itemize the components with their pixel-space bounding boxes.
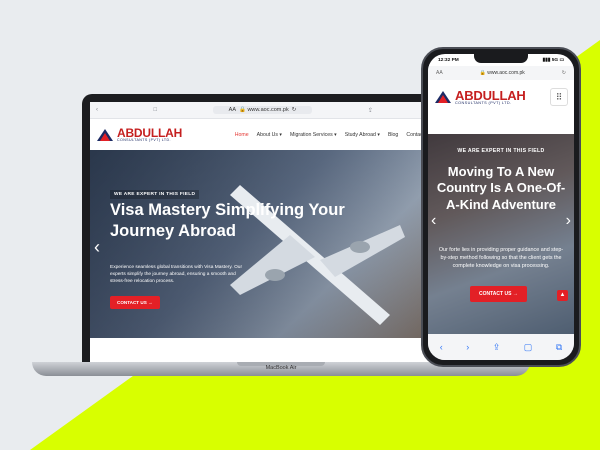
hero-title: Visa Mastery Simplifying Your Journey Ab… xyxy=(110,201,345,241)
contact-us-button[interactable]: CONTACT US → xyxy=(110,296,160,309)
hero-prev-arrow[interactable]: ‹ xyxy=(94,238,100,256)
phone-device: 12:32 PM ▮▮▮ 5G ▭ AA 🔒 www.aoc.com.pk ↻ … xyxy=(421,47,581,367)
hero-banner: ‹ › WE ARE EXPERT IN THIS FIELD Visa Mas… xyxy=(90,150,438,338)
scroll-top-icon[interactable]: ▲ xyxy=(557,290,568,301)
phone-tabs-icon[interactable]: ⧉ xyxy=(556,342,562,353)
phone-share-icon[interactable]: ⇪ xyxy=(493,342,501,353)
phone-logo-name: ABDULLAH xyxy=(455,87,526,103)
phone-logo[interactable]: ABDULLAH CONSULTANTS (PVT) LTD. xyxy=(434,89,526,106)
share-icon[interactable]: ⇪ xyxy=(368,107,373,114)
airplane-image xyxy=(230,185,405,325)
phone-screen: 12:32 PM ▮▮▮ 5G ▭ AA 🔒 www.aoc.com.pk ↻ … xyxy=(428,54,574,360)
book-icon[interactable]: □ xyxy=(154,107,158,113)
phone-hero-description: Our forte lies in providing proper guida… xyxy=(438,247,564,270)
phone-logo-tagline: CONSULTANTS (PVT) LTD. xyxy=(455,100,512,105)
nav-about-us[interactable]: About Us ▾ xyxy=(257,132,282,138)
phone-address-bar[interactable]: AA 🔒 www.aoc.com.pk ↻ xyxy=(428,66,574,80)
nav-home[interactable]: Home xyxy=(235,132,249,138)
logo[interactable]: ABDULLAH CONSULTANTS (PVT) LTD. xyxy=(96,127,182,143)
laptop-url-text: www.aoc.com.pk xyxy=(247,107,289,113)
reload-icon[interactable]: ↻ xyxy=(562,70,566,76)
phone-text-size-button[interactable]: AA xyxy=(436,70,443,76)
hero-description: Experience seamless global transitions w… xyxy=(110,265,243,285)
phone-contact-us-button[interactable]: CONTACT US → xyxy=(470,286,527,302)
nav-study-abroad[interactable]: Study Abroad ▾ xyxy=(345,132,380,138)
phone-site-header: ABDULLAH CONSULTANTS (PVT) LTD. ⠿ xyxy=(428,80,574,114)
phone-url-text: www.aoc.com.pk xyxy=(487,70,525,76)
phone-bookmarks-icon[interactable]: ▢ xyxy=(524,342,533,353)
phone-hero-next-arrow[interactable]: › xyxy=(566,212,571,230)
menu-grid-icon[interactable]: ⠿ xyxy=(550,88,568,106)
logo-tagline: CONSULTANTS (PVT) LTD. xyxy=(117,138,171,143)
laptop-browser-toolbar: ‹ □ AA 🔒 www.aoc.com.pk ↻ ⇪ + xyxy=(90,102,438,119)
phone-hero-eyebrow: WE ARE EXPERT IN THIS FIELD xyxy=(457,148,545,154)
phone-hero-title: Moving To A New Country Is A One-Of-A-Ki… xyxy=(436,164,566,212)
back-icon[interactable]: ‹ xyxy=(96,107,98,113)
status-signal: ▮▮▮ 5G ▭ xyxy=(542,57,564,63)
phone-forward-icon[interactable]: › xyxy=(466,342,469,352)
page-section-below-hero xyxy=(90,338,438,362)
main-nav: Home About Us ▾ Migration Services ▾ Stu… xyxy=(235,132,432,138)
site-header: ABDULLAH CONSULTANTS (PVT) LTD. Home Abo… xyxy=(90,119,438,151)
phone-logo-mark-icon xyxy=(435,90,451,103)
hero-eyebrow: WE ARE EXPERT IN THIS FIELD xyxy=(110,190,200,199)
nav-migration-services[interactable]: Migration Services ▾ xyxy=(290,132,337,138)
laptop-device: ‹ □ AA 🔒 www.aoc.com.pk ↻ ⇪ + ABDULLAH C… xyxy=(82,94,446,367)
nav-blog[interactable]: Blog xyxy=(388,132,398,138)
status-time: 12:32 PM xyxy=(438,57,459,63)
laptop-screen: ‹ □ AA 🔒 www.aoc.com.pk ↻ ⇪ + ABDULLAH C… xyxy=(90,102,438,362)
phone-hero-banner: WE ARE EXPERT IN THIS FIELD Moving To A … xyxy=(428,134,574,334)
phone-browser-toolbar: ‹ › ⇪ ▢ ⧉ xyxy=(428,334,574,360)
laptop-address-bar[interactable]: AA 🔒 www.aoc.com.pk ↻ xyxy=(212,106,313,114)
phone-hero-prev-arrow[interactable]: ‹ xyxy=(431,212,436,230)
text-size-button[interactable]: AA xyxy=(229,107,236,113)
logo-mark-icon xyxy=(97,129,113,141)
phone-back-icon[interactable]: ‹ xyxy=(440,342,443,352)
